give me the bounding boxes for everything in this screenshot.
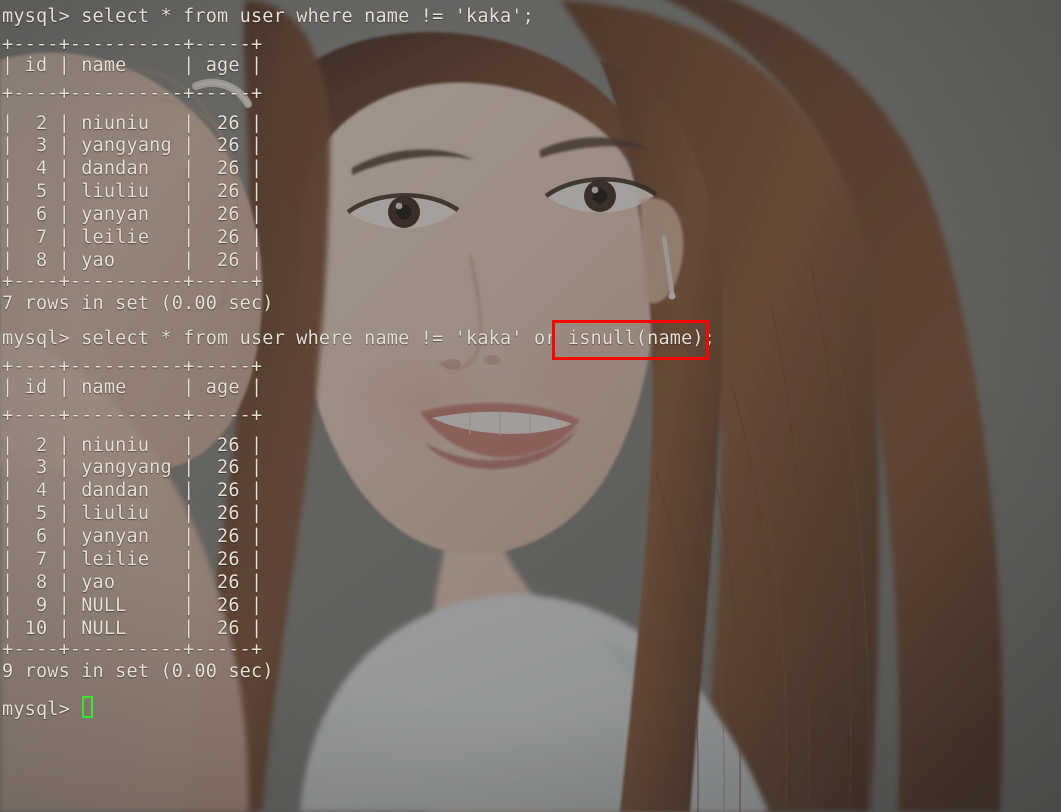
terminal-line: | id | name | age | xyxy=(2,55,263,76)
terminal-cursor xyxy=(82,696,93,718)
terminal-line: 9 rows in set (0.00 sec) xyxy=(2,661,274,682)
terminal-line: | id | name | age | xyxy=(2,377,263,398)
terminal-line: mysql> select * from user where name != … xyxy=(2,328,716,349)
terminal-window[interactable]: mysql> select * from user where name != … xyxy=(0,0,1061,812)
terminal-output[interactable]: mysql> select * from user where name != … xyxy=(0,0,1061,812)
terminal-line: 7 rows in set (0.00 sec) xyxy=(2,293,274,314)
terminal-line: mysql> select * from user where name != … xyxy=(2,6,534,27)
terminal-line: +----+----------+-----+ xyxy=(2,83,263,104)
terminal-line: +----+----------+-----+ xyxy=(2,405,263,426)
terminal-line: mysql> xyxy=(2,699,70,720)
